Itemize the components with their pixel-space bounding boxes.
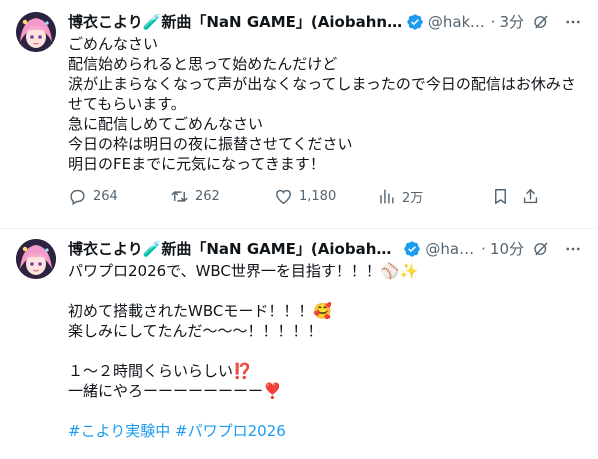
avatar[interactable] [16,12,56,52]
display-name[interactable]: 博衣こより🧪新曲「NaN GAME」(Aiobahn +8... [68,239,400,259]
tweet-1[interactable]: 博衣こより🧪新曲「NaN GAME」(Aiobahn +81... @haku.… [0,0,598,229]
tweet-text: ごめんなさい 配信始められると思って始めたんだけど 涙が止まらなくなって声が出な… [68,35,576,173]
separator-dot: · [490,13,496,31]
like-button[interactable]: 1,180 [274,187,377,206]
separator-dot: · [481,240,486,258]
views-icon [377,187,396,206]
views-button[interactable]: 2万 [377,187,491,206]
reply-count: 264 [93,188,118,204]
retweet-icon [170,187,189,206]
avatar[interactable] [16,239,56,279]
share-button[interactable] [521,187,551,206]
reply-icon [68,187,87,206]
timestamp[interactable]: 10分 [490,239,524,259]
more-icon[interactable] [564,240,582,258]
views-count: 2万 [402,190,424,206]
retweet-button[interactable]: 262 [170,187,274,206]
verified-badge-icon [406,13,424,31]
grok-icon[interactable] [532,13,550,31]
hashtag-links[interactable]: #こより実験中 #パワプロ2026 [68,421,582,441]
verified-badge-icon [403,240,421,258]
handle[interactable]: @haku... [428,12,487,32]
display-name[interactable]: 博衣こより🧪新曲「NaN GAME」(Aiobahn +81... [68,12,403,32]
reply-button[interactable]: 264 [68,187,170,206]
like-icon [274,187,293,206]
handle[interactable]: @hak... [425,239,477,259]
grok-icon[interactable] [532,240,550,258]
timestamp[interactable]: 3分 [499,12,524,32]
bookmark-button[interactable] [491,187,521,206]
tweet-text: パワプロ2026で、WBC世界一を目指す！！！⚾✨ 初めて搭載されたWBCモード… [68,262,419,400]
share-icon [521,187,540,206]
tweet-2[interactable]: 博衣こより🧪新曲「NaN GAME」(Aiobahn +8... @hak...… [0,229,598,459]
more-icon[interactable] [564,13,582,31]
action-bar: 264 262 1,180 2万 [68,186,582,206]
bookmark-icon [491,187,510,206]
like-count: 1,180 [299,188,337,204]
retweet-count: 262 [195,188,220,204]
